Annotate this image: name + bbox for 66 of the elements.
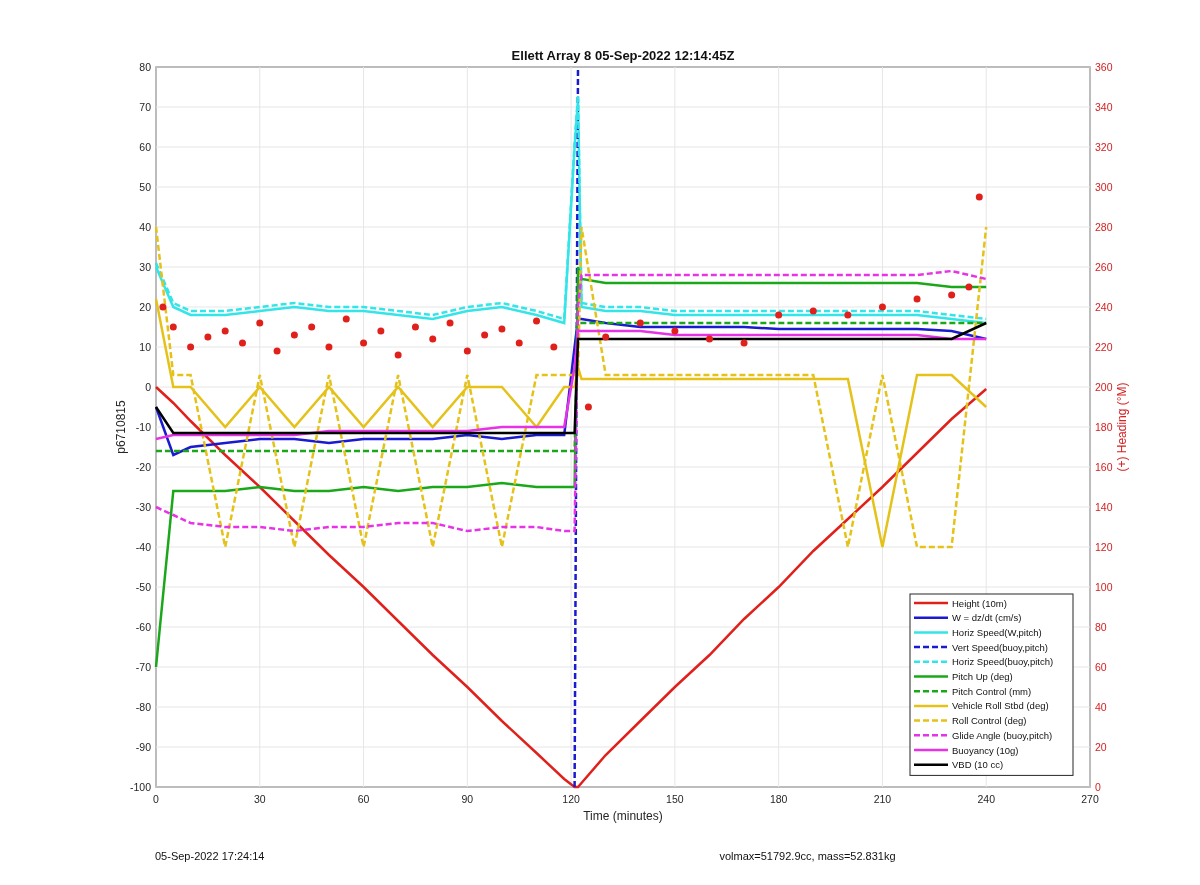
y-tick-label: -100 bbox=[130, 781, 151, 793]
y-tick-label: 10 bbox=[139, 341, 151, 353]
x-tick-label: 210 bbox=[873, 793, 892, 805]
legend-label: Vehicle Roll Stbd (deg) bbox=[952, 700, 1049, 712]
right-tick-label: 320 bbox=[1095, 141, 1113, 153]
legend-label: W = dz/dt (cm/s) bbox=[952, 612, 1022, 624]
x-tick-label: 0 bbox=[153, 793, 159, 805]
right-tick-label: 340 bbox=[1095, 101, 1113, 113]
right-tick-label: 360 bbox=[1095, 61, 1113, 73]
y-tick-label: 60 bbox=[139, 141, 151, 153]
right-tick-label: 280 bbox=[1095, 221, 1113, 233]
y-axis-label: p6710815 bbox=[114, 400, 128, 454]
right-tick-label: 140 bbox=[1095, 501, 1113, 513]
y-tick-label: -80 bbox=[135, 701, 151, 713]
volume-mass-text: volmax=51792.9cc, mass=52.831kg bbox=[719, 850, 896, 862]
right-tick-label: 40 bbox=[1095, 701, 1107, 713]
right-tick-label: 20 bbox=[1095, 741, 1107, 753]
y-tick-label: -10 bbox=[135, 421, 151, 433]
right-tick-label: 260 bbox=[1095, 261, 1113, 273]
legend-label: Buoyancy (10g) bbox=[952, 744, 1019, 756]
x-axis-label: Time (minutes) bbox=[583, 809, 663, 823]
right-axis-label: (+) Heading (°M) bbox=[1115, 382, 1129, 472]
right-tick-label: 220 bbox=[1095, 341, 1113, 353]
legend-label: Roll Control (deg) bbox=[952, 715, 1027, 727]
right-tick-label: 180 bbox=[1095, 421, 1113, 433]
y-tick-label: 70 bbox=[139, 101, 151, 113]
y-tick-label: 30 bbox=[139, 261, 151, 273]
x-tick-label: 180 bbox=[769, 793, 788, 805]
y-tick-label: -30 bbox=[135, 501, 151, 513]
legend-label: Height (10m) bbox=[952, 597, 1007, 609]
right-tick-label: 240 bbox=[1095, 301, 1113, 313]
y-tick-label: -70 bbox=[135, 661, 151, 673]
x-tick-label: 90 bbox=[461, 793, 474, 805]
right-tick-label: 300 bbox=[1095, 181, 1113, 193]
x-tick-label: 30 bbox=[253, 793, 266, 805]
x-tick-label: 120 bbox=[562, 793, 580, 805]
legend-label: Vert Speed(buoy,pitch) bbox=[952, 641, 1048, 653]
y-tick-label: -90 bbox=[135, 741, 151, 753]
x-tick-label: 240 bbox=[977, 793, 995, 805]
legend-label: Horiz Speed(W,pitch) bbox=[952, 626, 1042, 638]
y-tick-label: 20 bbox=[139, 301, 151, 313]
y-tick-label: -20 bbox=[135, 461, 151, 473]
x-tick-label: 60 bbox=[357, 793, 370, 805]
x-tick-label: 270 bbox=[1081, 793, 1099, 805]
y-tick-label: -50 bbox=[135, 581, 151, 593]
y-tick-label: -40 bbox=[135, 541, 151, 553]
legend-label: Pitch Control (mm) bbox=[952, 685, 1032, 697]
y-tick-label: 0 bbox=[145, 381, 151, 393]
chart-title: Ellett Array 8 05-Sep-2022 12:14:45Z bbox=[511, 48, 735, 63]
y-tick-label: -60 bbox=[135, 621, 151, 633]
x-tick-label: 150 bbox=[666, 793, 684, 805]
y-tick-label: 40 bbox=[139, 221, 151, 233]
legend-label: Pitch Up (deg) bbox=[952, 671, 1013, 682]
y-tick-label: 50 bbox=[139, 181, 151, 193]
right-tick-label: 200 bbox=[1095, 381, 1113, 393]
right-tick-label: 60 bbox=[1095, 661, 1107, 673]
right-tick-label: 160 bbox=[1095, 461, 1113, 473]
legend-label: Glide Angle (buoy,pitch) bbox=[952, 729, 1053, 741]
right-tick-label: 120 bbox=[1095, 541, 1113, 553]
right-tick-label: 100 bbox=[1095, 581, 1113, 593]
right-tick-label: 80 bbox=[1095, 621, 1107, 633]
right-tick-label: 0 bbox=[1095, 781, 1101, 793]
legend-label: Horiz Speed(buoy,pitch) bbox=[952, 656, 1054, 668]
legend-label: VBD (10 cc) bbox=[952, 759, 1004, 771]
y-tick-label: 80 bbox=[139, 61, 151, 73]
timestamp-text: 05-Sep-2022 17:24:14 bbox=[155, 850, 265, 862]
